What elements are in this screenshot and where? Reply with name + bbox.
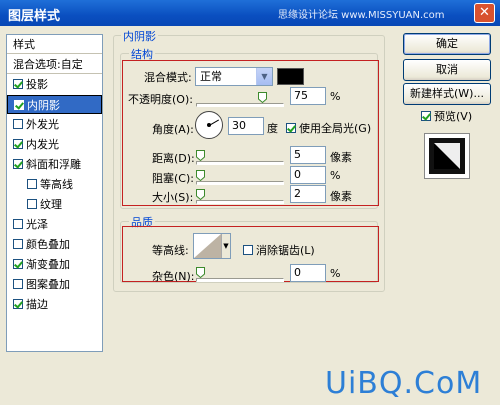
sidebar-item-label: 纹理 [40, 198, 62, 211]
choke-label: 阻塞(C): [152, 172, 194, 185]
noise-slider-thumb[interactable] [196, 267, 205, 278]
sidebar-item-checkbox[interactable] [13, 119, 23, 129]
noise-slider[interactable] [196, 278, 284, 282]
global-light-toggle[interactable]: 使用全局光(G) [286, 120, 371, 136]
angle-label: 角度(A): [152, 123, 194, 136]
sidebar-item[interactable]: 描边 [7, 295, 102, 314]
distance-slider[interactable] [196, 161, 284, 165]
sidebar-item[interactable]: 内发光 [7, 135, 102, 154]
sidebar-item[interactable]: 渐变叠加 [7, 255, 102, 274]
sidebar-item-checkbox[interactable] [13, 259, 23, 269]
sidebar-item-label: 图案叠加 [26, 278, 70, 291]
sidebar-item-checkbox[interactable] [13, 159, 23, 169]
sidebar-item-label: 内阴影 [27, 99, 60, 112]
sidebar-item-checkbox[interactable] [14, 100, 24, 110]
choke-unit: % [330, 169, 341, 182]
sidebar-item[interactable]: 内阴影 [7, 95, 102, 114]
sidebar-item-label: 斜面和浮雕 [26, 158, 81, 171]
sidebar-item-checkbox[interactable] [13, 279, 23, 289]
contour-curve-icon [194, 234, 221, 258]
contour-picker[interactable]: ▼ [193, 233, 231, 259]
blend-mode-value: 正常 [200, 70, 222, 83]
cancel-button[interactable]: 取消 [403, 59, 491, 81]
global-light-checkbox[interactable] [286, 123, 296, 133]
sidebar-item-label: 描边 [26, 298, 48, 311]
blend-mode-select[interactable]: 正常 ▼ [195, 67, 273, 86]
blend-mode-label: 混合模式: [144, 71, 192, 84]
chevron-down-icon: ▼ [221, 234, 230, 258]
sidebar-item-label: 颜色叠加 [26, 238, 70, 251]
anti-alias-toggle[interactable]: 消除锯齿(L) [243, 242, 315, 258]
contour-label: 等高线: [152, 244, 189, 257]
watermark-text: 思缘设计论坛 www.MISSYUAN.com [278, 10, 445, 21]
sidebar-item[interactable]: 等高线 [7, 175, 102, 194]
window-title: 图层样式 [8, 9, 61, 24]
angle-dial-hub [207, 123, 211, 127]
angle-field[interactable]: 30 [228, 117, 264, 135]
styles-header[interactable]: 样式 [7, 35, 102, 54]
preview-label: 预览(V) [434, 110, 473, 123]
distance-unit: 像素 [330, 151, 352, 164]
global-light-label: 使用全局光(G) [299, 122, 372, 135]
sidebar-item-checkbox[interactable] [13, 239, 23, 249]
sidebar-item-checkbox[interactable] [13, 79, 23, 89]
angle-unit: 度 [267, 122, 278, 135]
sidebar-item[interactable]: 斜面和浮雕 [7, 155, 102, 174]
opacity-slider-thumb[interactable] [258, 92, 267, 103]
sidebar-item[interactable]: 图案叠加 [7, 275, 102, 294]
size-label: 大小(S): [152, 191, 194, 204]
opacity-label: 不透明度(O): [128, 93, 193, 106]
size-field[interactable]: 2 [290, 185, 326, 203]
chevron-down-icon: ▼ [256, 68, 272, 85]
footer-logo: UiBQ.CoM [325, 366, 483, 401]
sidebar-item-label: 渐变叠加 [26, 258, 70, 271]
noise-unit: % [330, 267, 341, 280]
style-preview-swatch [424, 133, 470, 179]
anti-alias-checkbox[interactable] [243, 245, 253, 255]
inner-shadow-title: 内阴影 [121, 28, 158, 44]
sidebar-item[interactable]: 纹理 [7, 195, 102, 214]
shadow-color-swatch[interactable] [277, 68, 304, 85]
preview-thumbnail-icon [429, 138, 465, 174]
title-bar: 图层样式 思缘设计论坛 www.MISSYUAN.com ✕ [0, 0, 500, 26]
sidebar-item-label: 投影 [26, 78, 48, 91]
size-slider[interactable] [196, 200, 284, 204]
noise-label: 杂色(N): [152, 270, 195, 283]
sidebar-item[interactable]: 外发光 [7, 115, 102, 134]
styles-list: 样式 混合选项:自定 投影内阴影外发光内发光斜面和浮雕等高线纹理光泽颜色叠加渐变… [6, 34, 103, 352]
preview-checkbox[interactable] [421, 111, 431, 121]
distance-label: 距离(D): [152, 152, 195, 165]
choke-slider[interactable] [196, 181, 284, 185]
size-unit: 像素 [330, 190, 352, 203]
angle-dial[interactable] [195, 111, 223, 139]
sidebar-item-checkbox[interactable] [13, 299, 23, 309]
sidebar-item-label: 光泽 [26, 218, 48, 231]
sidebar-item-checkbox[interactable] [27, 179, 37, 189]
sidebar-item-label: 内发光 [26, 138, 59, 151]
blend-options-item[interactable]: 混合选项:自定 [7, 55, 102, 74]
noise-field[interactable]: 0 [290, 264, 326, 282]
new-style-button[interactable]: 新建样式(W)... [403, 83, 491, 105]
sidebar-item[interactable]: 投影 [7, 75, 102, 94]
opacity-field[interactable]: 75 [290, 87, 326, 105]
sidebar-item-checkbox[interactable] [27, 199, 37, 209]
choke-field[interactable]: 0 [290, 166, 326, 184]
choke-slider-thumb[interactable] [196, 170, 205, 181]
sidebar-item-checkbox[interactable] [13, 219, 23, 229]
sidebar-item-label: 外发光 [26, 118, 59, 131]
distance-field[interactable]: 5 [290, 146, 326, 164]
sidebar-item-checkbox[interactable] [13, 139, 23, 149]
sidebar-item[interactable]: 光泽 [7, 215, 102, 234]
distance-slider-thumb[interactable] [196, 150, 205, 161]
size-slider-thumb[interactable] [196, 189, 205, 200]
sidebar-item[interactable]: 颜色叠加 [7, 235, 102, 254]
preview-toggle[interactable]: 预览(V) [421, 108, 472, 124]
opacity-unit: % [330, 90, 341, 103]
layer-style-dialog: 样式 混合选项:自定 投影 内阴影 外发光 内发光 斜面和浮雕 等高线 纹理 光泽 颜色叠加 渐变… [0, 26, 500, 405]
ok-button[interactable]: 确定 [403, 33, 491, 55]
sidebar-item-label: 等高线 [40, 178, 73, 191]
close-icon[interactable]: ✕ [474, 3, 495, 23]
opacity-slider[interactable] [196, 103, 284, 107]
anti-alias-label: 消除锯齿(L) [256, 244, 315, 257]
